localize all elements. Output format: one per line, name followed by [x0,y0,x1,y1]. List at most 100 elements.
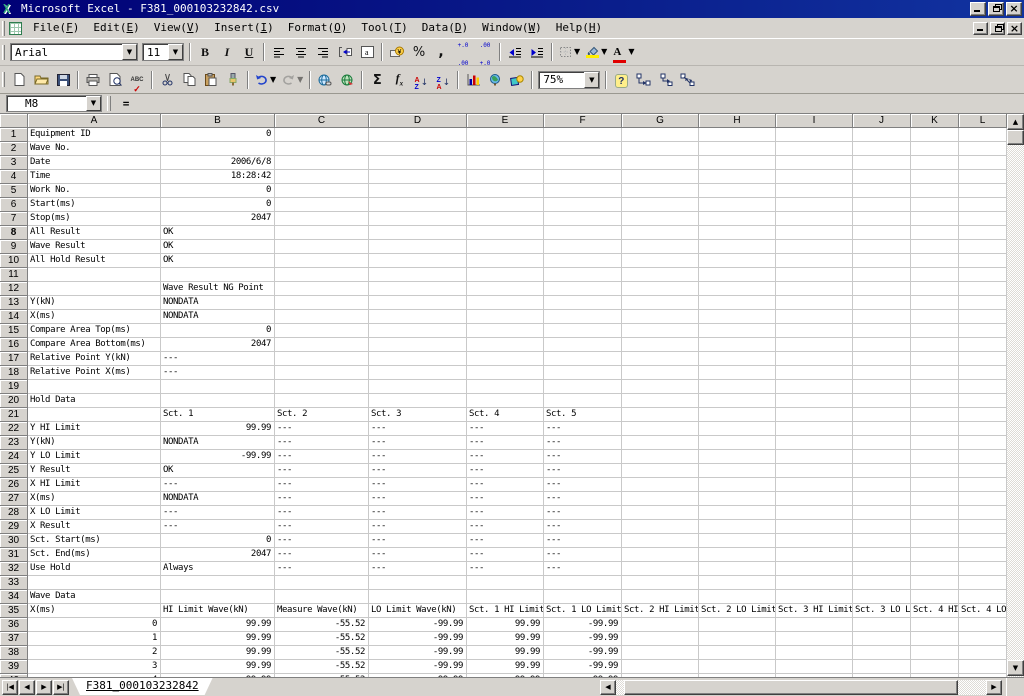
cell-A14[interactable]: X(ms) [28,310,161,324]
cell-C10[interactable] [275,254,369,268]
cell-L24[interactable] [959,450,1007,464]
percent-style-button[interactable]: % [409,42,429,62]
cell-B35[interactable]: HI Limit Wave(kN) [161,604,275,618]
cell-G5[interactable] [622,184,699,198]
cell-F13[interactable] [544,296,622,310]
cell-A33[interactable] [28,576,161,590]
cell-G30[interactable] [622,534,699,548]
cell-J2[interactable] [853,142,911,156]
cell-D38[interactable]: -99.99 [369,646,467,660]
cell-B11[interactable] [161,268,275,282]
cell-J9[interactable] [853,240,911,254]
toolbar-grip[interactable] [2,45,5,60]
cell-I5[interactable] [776,184,853,198]
cell-J38[interactable] [853,646,911,660]
cell-K24[interactable] [911,450,959,464]
help-button[interactable]: ? [611,70,631,90]
sheet-tab-active[interactable]: F381_000103232842 [72,678,213,695]
row-header-3[interactable]: 3 [0,156,28,170]
cell-G31[interactable] [622,548,699,562]
cell-C26[interactable]: --- [275,478,369,492]
cell-E17[interactable] [467,352,544,366]
copy-button[interactable] [179,70,199,90]
cell-J14[interactable] [853,310,911,324]
chevron-down-icon[interactable]: ▼ [601,48,607,56]
cell-C38[interactable]: -55.52 [275,646,369,660]
cell-J29[interactable] [853,520,911,534]
cell-H16[interactable] [699,338,776,352]
cell-H2[interactable] [699,142,776,156]
cell-L19[interactable] [959,380,1007,394]
cell-L30[interactable] [959,534,1007,548]
chevron-down-icon[interactable]: ▼ [86,96,101,111]
cell-I12[interactable] [776,282,853,296]
cell-C14[interactable] [275,310,369,324]
formula-input[interactable] [136,95,1024,112]
cell-D18[interactable] [369,366,467,380]
cell-A6[interactable]: Start(ms) [28,198,161,212]
cell-G4[interactable] [622,170,699,184]
cell-H32[interactable] [699,562,776,576]
cell-C8[interactable] [275,226,369,240]
cell-G22[interactable] [622,422,699,436]
cell-H12[interactable] [699,282,776,296]
cell-D29[interactable]: --- [369,520,467,534]
cell-A38[interactable]: 2 [28,646,161,660]
cell-A29[interactable]: X Result [28,520,161,534]
cell-B37[interactable]: 99.99 [161,632,275,646]
cell-H36[interactable] [699,618,776,632]
cell-B4[interactable]: 18:28:42 [161,170,275,184]
cell-I37[interactable] [776,632,853,646]
cell-F4[interactable] [544,170,622,184]
cell-J18[interactable] [853,366,911,380]
cell-B22[interactable]: 99.99 [161,422,275,436]
cell-L13[interactable] [959,296,1007,310]
cell-L16[interactable] [959,338,1007,352]
cell-J20[interactable] [853,394,911,408]
cell-C15[interactable] [275,324,369,338]
cell-I10[interactable] [776,254,853,268]
cell-B23[interactable]: NONDATA [161,436,275,450]
cell-I1[interactable] [776,128,853,142]
cell-I30[interactable] [776,534,853,548]
fill-color-button[interactable]: ▼ [584,42,609,62]
cell-B7[interactable]: 2047 [161,212,275,226]
cell-D20[interactable] [369,394,467,408]
cell-C23[interactable]: --- [275,436,369,450]
tab-last-button[interactable]: ▶| [53,680,69,695]
cell-L8[interactable] [959,226,1007,240]
cell-E21[interactable]: Sct. 4 [467,408,544,422]
cell-L4[interactable] [959,170,1007,184]
cell-J31[interactable] [853,548,911,562]
cell-K12[interactable] [911,282,959,296]
cell-H14[interactable] [699,310,776,324]
cell-H11[interactable] [699,268,776,282]
cell-K36[interactable] [911,618,959,632]
cell-A9[interactable]: Wave Result [28,240,161,254]
cell-E7[interactable] [467,212,544,226]
cell-H30[interactable] [699,534,776,548]
horizontal-scrollbar[interactable]: ◀ ▶ [600,680,1002,695]
cell-I25[interactable] [776,464,853,478]
cell-B6[interactable]: 0 [161,198,275,212]
cell-A31[interactable]: Sct. End(ms) [28,548,161,562]
cell-E5[interactable] [467,184,544,198]
cell-G17[interactable] [622,352,699,366]
cell-H17[interactable] [699,352,776,366]
cell-A21[interactable] [28,408,161,422]
cell-C1[interactable] [275,128,369,142]
cell-K26[interactable] [911,478,959,492]
cell-B33[interactable] [161,576,275,590]
cell-I22[interactable] [776,422,853,436]
cell-C36[interactable]: -55.52 [275,618,369,632]
cell-H26[interactable] [699,478,776,492]
cell-I32[interactable] [776,562,853,576]
cell-B5[interactable]: 0 [161,184,275,198]
column-header-D[interactable]: D [369,114,467,128]
cell-H33[interactable] [699,576,776,590]
workbook-close-button[interactable]: × [1007,22,1022,35]
row-header-2[interactable]: 2 [0,142,28,156]
cell-L10[interactable] [959,254,1007,268]
scroll-up-button[interactable]: ▲ [1007,114,1024,130]
chevron-down-icon[interactable]: ▼ [168,44,183,60]
